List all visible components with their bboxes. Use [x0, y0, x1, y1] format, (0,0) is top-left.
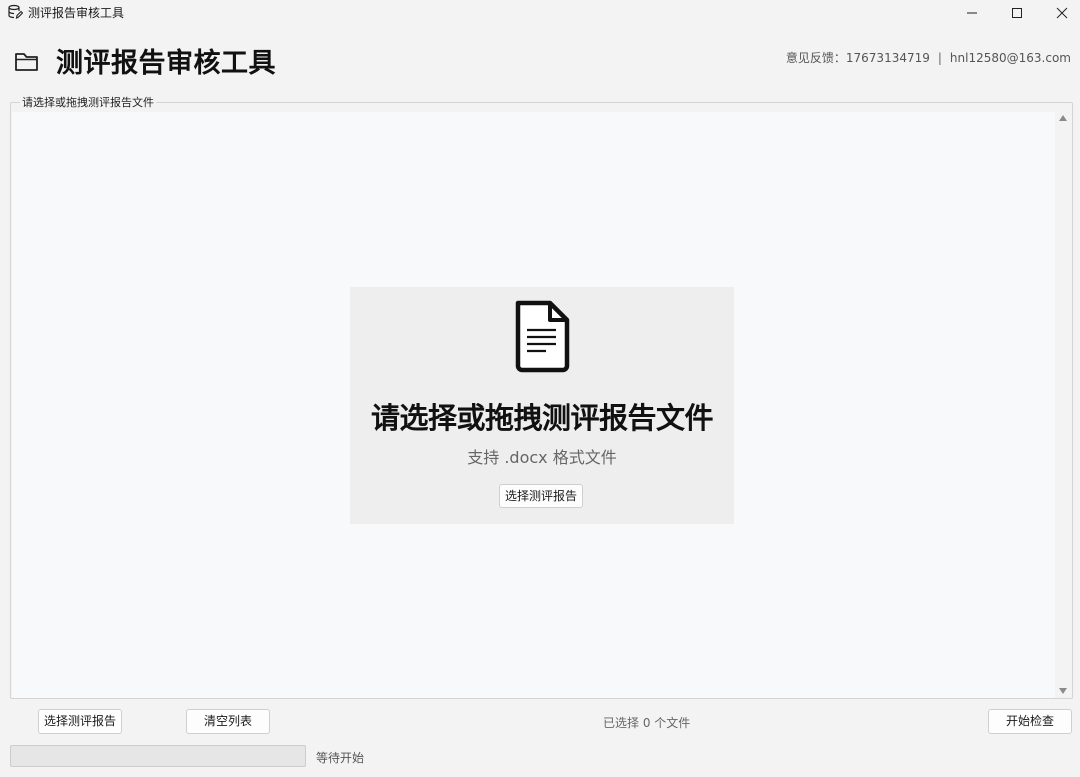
- file-groupbox-legend: 请选择或拖拽测评报告文件: [20, 94, 156, 110]
- page-title: 测评报告审核工具: [56, 48, 276, 79]
- minimize-icon: [967, 12, 977, 14]
- minimize-button[interactable]: [949, 0, 995, 26]
- feedback-email: hnl12580@163.com: [949, 51, 1071, 65]
- maximize-button[interactable]: [994, 0, 1040, 26]
- window-titlebar: 测评报告审核工具: [0, 0, 1080, 26]
- drop-zone[interactable]: 请选择或拖拽测评报告文件 支持 .docx 格式文件 选择测评报告: [350, 287, 734, 524]
- feedback-info: 意见反馈：17673134719 | hnl12580@163.com: [786, 49, 1071, 66]
- drop-zone-title: 请选择或拖拽测评报告文件: [370, 401, 714, 435]
- scroll-up-arrow-icon[interactable]: [1059, 115, 1067, 121]
- database-edit-icon: [8, 4, 23, 19]
- start-check-button[interactable]: 开始检查: [988, 709, 1072, 734]
- clear-list-button[interactable]: 清空列表: [186, 709, 270, 734]
- select-report-button[interactable]: 选择测评报告: [38, 709, 122, 734]
- feedback-phone: 意见反馈：17673134719: [785, 51, 930, 65]
- dropzone-select-button[interactable]: 选择测评报告: [499, 484, 583, 508]
- feedback-separator: |: [937, 51, 942, 65]
- close-icon: [1056, 7, 1068, 19]
- selected-count: 已选择 0 个文件: [603, 716, 691, 730]
- folder-icon: [15, 53, 38, 71]
- status-text: 等待开始: [316, 751, 365, 765]
- close-button[interactable]: [1039, 0, 1080, 26]
- maximize-icon: [1012, 8, 1022, 18]
- drop-zone-subtitle: 支持 .docx 格式文件: [467, 448, 617, 467]
- document-icon: [515, 300, 570, 373]
- file-list-scrollbar[interactable]: [1056, 112, 1071, 698]
- window-title: 测评报告审核工具: [28, 6, 125, 20]
- progress-bar: [10, 745, 306, 767]
- scroll-down-arrow-icon[interactable]: [1059, 688, 1067, 694]
